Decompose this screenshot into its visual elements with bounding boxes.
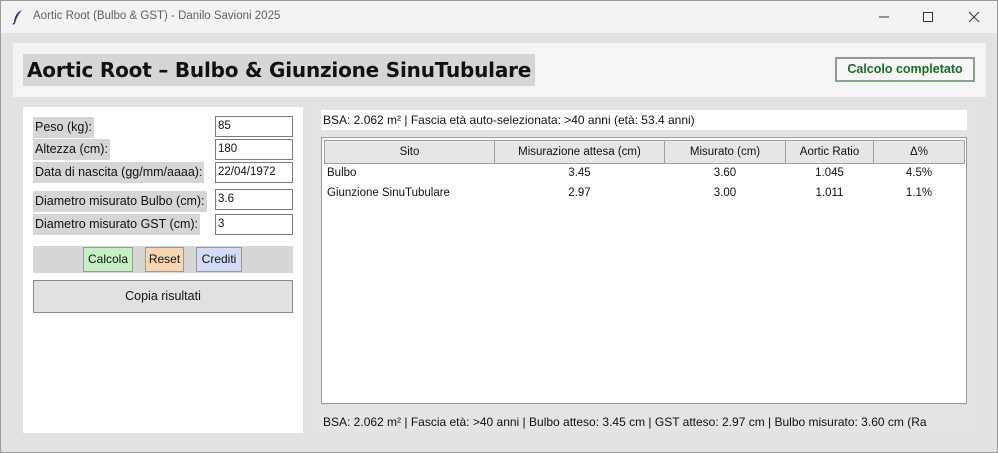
column-header-delta[interactable]: Δ% [873,140,965,164]
close-icon [968,8,980,27]
column-header-attesa[interactable]: Misurazione attesa (cm) [494,140,665,164]
cell-attesa: 3.45 [568,167,591,179]
feather-icon [11,9,25,25]
cell-misurato: 3.60 [713,167,737,179]
height-input[interactable]: 180 [215,139,293,160]
results-table: Sito Misurazione attesa (cm) Misurato (c… [321,137,967,404]
crediti-button[interactable]: Crediti [196,247,242,272]
bulbo-diameter-label: Diametro misurato Bulbo (cm): [33,191,207,212]
app-window: Aortic Root (Bulbo & GST) - Danilo Savio… [0,0,998,453]
column-header-ratio[interactable]: Aortic Ratio [785,140,874,164]
gst-diameter-label: Diametro misurato GST (cm): [33,214,200,235]
cell-delta: 1.1% [905,187,933,199]
maximize-button[interactable] [905,1,951,33]
page-title: Aortic Root – Bulbo & Giunzione SinuTubu… [23,54,536,86]
maximize-icon [922,8,934,27]
bulbo-diameter-input[interactable]: 3.6 [215,189,293,210]
cell-misurato: 3.00 [713,187,737,199]
title-bar: Aortic Root (Bulbo & GST) - Danilo Savio… [1,1,997,33]
minimize-icon [878,8,890,27]
copy-results-button[interactable]: Copia risultati [33,280,293,313]
column-header-sito[interactable]: Sito [324,140,495,164]
close-button[interactable] [951,1,997,33]
summary-text: BSA: 2.062 m² | Fascia età: >40 anni | B… [323,415,927,429]
calcola-button[interactable]: Calcola [83,247,133,272]
status-badge: Calcolo completato [835,57,975,82]
gst-diameter-input[interactable]: 3 [215,214,293,235]
birthdate-input[interactable]: 22/04/1972 [215,162,293,183]
height-label: Altezza (cm): [33,139,110,160]
bsa-info: BSA: 2.062 m² | Fascia età auto-selezion… [321,110,967,130]
weight-label: Peso (kg): [33,117,94,138]
cell-sito: Giunzione SinuTubulare [327,187,450,199]
cell-delta: 4.5% [905,167,933,179]
reset-button[interactable]: Reset [145,247,184,272]
cell-ratio: 1.011 [815,187,844,199]
minimize-button[interactable] [861,1,907,33]
birthdate-label: Data di nascita (gg/mm/aaaa): [33,162,205,183]
column-header-misurato[interactable]: Misurato (cm) [664,140,786,164]
cell-sito: Bulbo [327,167,357,179]
cell-ratio: 1.045 [815,167,844,179]
weight-input[interactable]: 85 [215,116,293,137]
window-title: Aortic Root (Bulbo & GST) - Danilo Savio… [33,10,281,22]
cell-attesa: 2.97 [568,187,591,199]
